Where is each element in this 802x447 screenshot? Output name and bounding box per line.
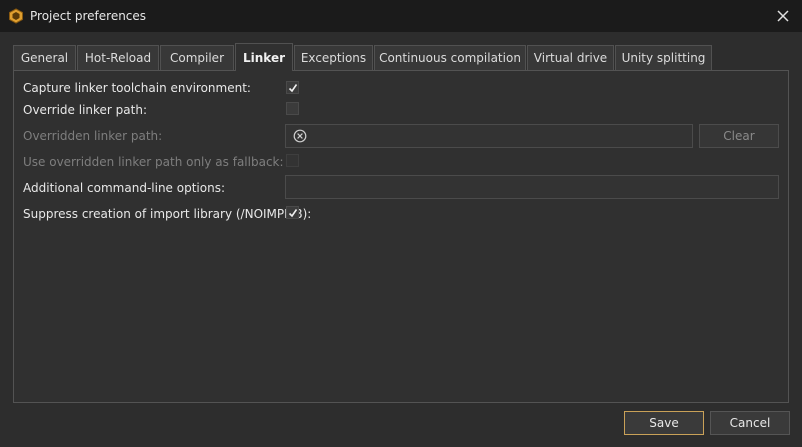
save-button[interactable]: Save [624, 411, 704, 435]
hexagon-app-icon [9, 8, 23, 24]
tab-virtual-drive[interactable]: Virtual drive [527, 45, 614, 70]
checkmark-icon [288, 83, 297, 92]
close-button[interactable] [770, 4, 796, 28]
tab-general[interactable]: General [13, 45, 76, 70]
override-path-label: Override linker path: [23, 103, 147, 117]
checkmark-icon [288, 208, 297, 217]
capture-env-label: Capture linker toolchain environment: [23, 81, 251, 95]
additional-options-label: Additional command-line options: [23, 181, 225, 195]
clear-button[interactable]: Clear [699, 124, 779, 148]
additional-options-input[interactable] [285, 175, 779, 199]
tab-exceptions[interactable]: Exceptions [294, 45, 373, 70]
tab-compiler[interactable]: Compiler [160, 45, 234, 70]
capture-env-checkbox[interactable] [286, 81, 299, 94]
suppress-implib-checkbox[interactable] [286, 206, 299, 219]
tab-linker[interactable]: Linker [235, 43, 293, 71]
fallback-only-label: Use overridden linker path only as fallb… [23, 155, 284, 169]
close-icon [777, 10, 789, 22]
suppress-implib-label: Suppress creation of import library (/NO… [23, 207, 312, 221]
tab-unity-splitting[interactable]: Unity splitting [615, 45, 712, 70]
linker-settings-panel [13, 70, 789, 403]
cancel-button[interactable]: Cancel [710, 411, 790, 435]
overridden-path-input[interactable] [285, 124, 693, 148]
window-title: Project preferences [30, 9, 147, 23]
override-path-checkbox[interactable] [286, 102, 299, 115]
fallback-only-checkbox[interactable] [286, 154, 299, 167]
tab-continuous-compilation[interactable]: Continuous compilation [374, 45, 526, 70]
overridden-path-label: Overridden linker path: [23, 129, 163, 143]
tab-hot-reload[interactable]: Hot-Reload [77, 45, 159, 70]
title-bar: Project preferences [0, 0, 802, 32]
circle-x-icon[interactable] [293, 129, 307, 143]
